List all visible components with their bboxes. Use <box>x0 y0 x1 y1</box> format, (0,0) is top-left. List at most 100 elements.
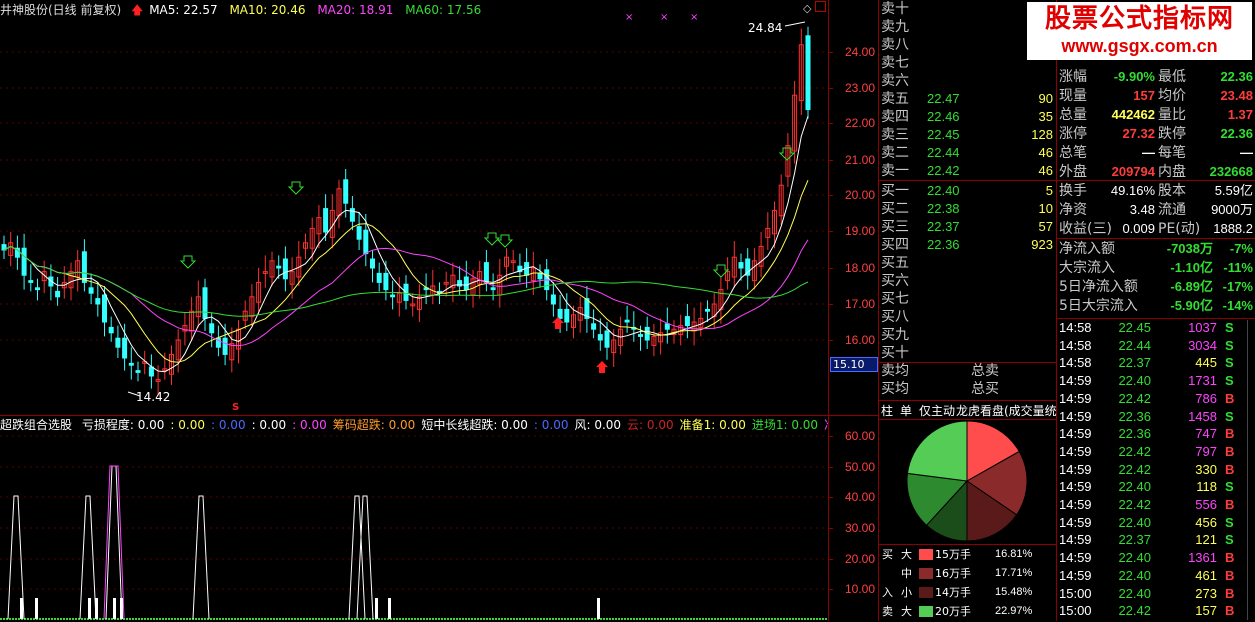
tick-side: S <box>1225 514 1234 530</box>
stats-value: 23.48 <box>1220 88 1253 103</box>
low-price-label: 14.42 <box>136 390 171 404</box>
candle-body <box>276 265 282 269</box>
tick-row: 14:59 22.36 1458 S <box>1057 408 1255 426</box>
candle-body <box>483 262 489 283</box>
candle-body <box>135 370 141 373</box>
candle-body <box>202 287 208 319</box>
tab-dragon-tiger[interactable]: 龙虎看盘(成交量统 <box>956 402 1056 419</box>
stats-label: 总量 <box>1059 107 1087 123</box>
price-tick-mark <box>829 123 833 124</box>
stats-value: — <box>1240 145 1253 160</box>
up-signal-icon <box>596 361 608 373</box>
tick-row: 14:59 22.42 797 B <box>1057 443 1255 461</box>
buy-level[interactable]: 买九 <box>879 326 1056 344</box>
buy-level[interactable]: 买三 22.37 57 <box>879 218 1056 236</box>
sell-level[interactable]: 卖六 <box>879 72 1056 90</box>
tick-price: 22.45 <box>1118 320 1151 335</box>
sell-level[interactable]: 卖二 22.44 46 <box>879 144 1056 162</box>
buy-level[interactable]: 买八 <box>879 308 1056 326</box>
flow-amount: 15万手 <box>935 548 971 561</box>
indicator-tick: 30.00 <box>845 521 876 535</box>
sell-level[interactable]: 卖一 22.42 46 <box>879 162 1056 180</box>
flow-size: 大 <box>901 605 912 618</box>
price-tick: 16.00 <box>845 333 876 347</box>
buy-level[interactable]: 买一 22.40 5 <box>879 182 1056 200</box>
tick-row: 14:59 22.42 786 B <box>1057 390 1255 408</box>
candle-body <box>222 337 228 355</box>
kline-panel[interactable]: 井神股份(日线 前复权) 🡅 MA5: 22.57 MA10: 20.46 MA… <box>0 0 828 415</box>
buy-level[interactable]: 买四 22.36 923 <box>879 236 1056 254</box>
flow-size: 大 <box>901 548 912 561</box>
tick-time: 14:58 <box>1059 337 1092 353</box>
stats-value: 209794 <box>1111 164 1155 179</box>
signal-bar <box>388 598 391 619</box>
candle-body <box>122 337 128 359</box>
stats-label: 净资 <box>1059 202 1087 218</box>
signal-bar <box>113 598 116 619</box>
stats-label: 每笔 <box>1158 145 1186 161</box>
sell-level-label: 卖二 <box>881 145 909 161</box>
tick-row: 14:59 22.40 1731 S <box>1057 372 1255 390</box>
candle-body <box>370 258 375 269</box>
tick-side: B <box>1225 603 1235 619</box>
tick-time: 14:59 <box>1059 532 1092 548</box>
tick-price: 22.37 <box>1118 532 1151 548</box>
candle-body <box>597 334 603 341</box>
stats-label: 股本 <box>1158 183 1186 199</box>
tick-row: 14:59 22.42 330 B <box>1057 461 1255 479</box>
tick-volume: 330 <box>1195 461 1217 477</box>
buy-level[interactable]: 买五 <box>879 254 1056 272</box>
tick-side: B <box>1225 426 1235 442</box>
tick-scrollbar[interactable] <box>1247 320 1252 620</box>
tick-row: 15:00 22.40 273 B <box>1057 585 1255 603</box>
sell-level[interactable]: 卖三 22.45 128 <box>879 126 1056 144</box>
stats-label: 量比 <box>1158 107 1186 123</box>
fund-flow-label: 5日净流入额 <box>1059 279 1138 295</box>
buy-level[interactable]: 买二 22.38 10 <box>879 200 1056 218</box>
indicator-tick: 50.00 <box>845 460 876 474</box>
candle-body <box>557 308 563 319</box>
stats-value: 9000万 <box>1211 202 1253 217</box>
price-tick-mark <box>829 340 833 341</box>
candle-body <box>376 272 382 283</box>
tick-row: 14:59 22.40 1361 B <box>1057 549 1255 567</box>
candle-body <box>343 179 349 204</box>
flow-side: 买 <box>882 548 893 561</box>
tick-price: 22.36 <box>1118 426 1151 442</box>
indicator-panel[interactable]: 超跌组合选股 亏损程度: 0.00: 0.00: 0.00: 0.00: 0.0… <box>0 416 828 621</box>
indicator-tick: 10.00 <box>845 582 876 596</box>
tick-volume: 1037 <box>1188 320 1217 335</box>
capital-flow-pie <box>906 420 1028 542</box>
signal-bar <box>120 598 123 619</box>
price-tick-mark <box>829 195 833 196</box>
tick-volume: 3034 <box>1188 337 1217 353</box>
buy-signal-icon <box>496 234 514 248</box>
flow-size: 小 <box>901 586 912 599</box>
high-price-label: 24.84 <box>748 21 783 35</box>
stats-value: 27.32 <box>1122 126 1155 141</box>
sell-level[interactable]: 卖四 22.46 35 <box>879 108 1056 126</box>
tab-active-only[interactable]: 仅主动 <box>919 402 955 419</box>
price-tick-mark <box>829 88 833 89</box>
indicator-tick: 20.00 <box>845 552 876 566</box>
tab-bar-chart[interactable]: 柱 <box>881 402 893 419</box>
buy-level[interactable]: 买六 <box>879 272 1056 290</box>
buy-level-label: 买七 <box>881 291 909 307</box>
avg-buy-label: 买均 <box>881 381 909 397</box>
tick-table[interactable]: 14:58 22.45 1037 S 14:58 22.44 3034 S 14:58 22.37… <box>1057 319 1255 621</box>
stats-value: 1.37 <box>1227 107 1253 122</box>
pie-slice-sell-large <box>906 420 968 482</box>
sell-level-label: 卖一 <box>881 163 909 179</box>
price-tick-mark <box>829 304 833 305</box>
tick-volume: 121 <box>1195 532 1217 548</box>
sell-level[interactable]: 卖五 22.47 90 <box>879 90 1056 108</box>
fund-flow-value: -1.10亿 <box>1170 260 1213 275</box>
buy-level[interactable]: 买十 <box>879 344 1056 362</box>
tab-single[interactable]: 单 <box>900 402 912 419</box>
buy-level[interactable]: 买七 <box>879 290 1056 308</box>
price-tick: 22.00 <box>845 116 876 130</box>
tick-time: 14:59 <box>1059 408 1092 424</box>
candle-body <box>55 290 61 298</box>
candle-body <box>390 294 396 298</box>
signal-bar <box>375 598 378 619</box>
